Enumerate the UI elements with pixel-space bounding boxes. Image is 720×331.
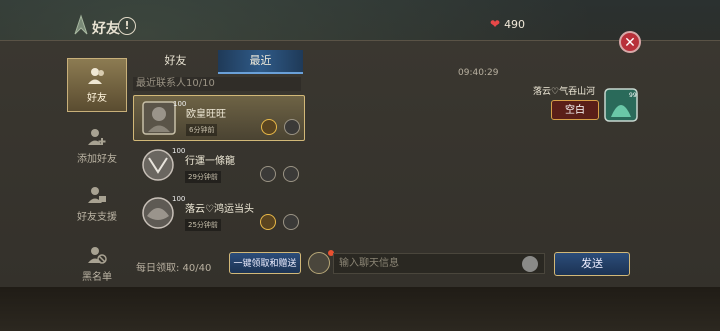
gear-icon[interactable] bbox=[308, 252, 330, 274]
contact-level: 100 bbox=[172, 147, 186, 155]
contact-row[interactable]: 100 行運一條龍 29分钟前 bbox=[133, 143, 305, 189]
nav-item-add-friend[interactable]: 添加好友 bbox=[67, 120, 127, 174]
hearts-counter: ❤ 490 bbox=[490, 17, 525, 31]
contact-level: 100 bbox=[173, 100, 187, 108]
contact-last-seen: 25分钟前 bbox=[185, 219, 221, 231]
contact-row[interactable]: 100 落云♡鸿运当头 25分钟前 bbox=[133, 191, 305, 237]
daily-claim-count: 每日领取: 40/40 bbox=[136, 263, 212, 274]
chat-message-bubble: 空白 bbox=[551, 100, 599, 120]
chat-sender-level: 99 bbox=[629, 92, 637, 99]
nav-item-friends[interactable]: 好友 bbox=[67, 58, 127, 112]
footer-bar bbox=[0, 287, 720, 331]
nav-label-friend-support: 好友支援 bbox=[77, 212, 117, 223]
bottom-bar: 每日领取: 40/40 一键领取和赠送 输入聊天信息 发送 bbox=[133, 250, 633, 280]
tab-friends[interactable]: 好友 bbox=[133, 50, 218, 72]
contact-row[interactable]: 100 欧皇旺旺 6分钟前 bbox=[133, 95, 305, 141]
emoji-icon[interactable] bbox=[522, 256, 538, 272]
send-gift-button[interactable] bbox=[260, 166, 276, 182]
nav-label-friends: 好友 bbox=[87, 93, 107, 104]
chat-bubble-button[interactable] bbox=[283, 214, 299, 230]
nav-label-blacklist: 黑名单 bbox=[82, 272, 112, 283]
contact-name: 落云♡鸿运当头 bbox=[185, 204, 254, 215]
friends-icon bbox=[88, 68, 104, 84]
contact-level: 100 bbox=[172, 195, 186, 203]
add-friend-icon bbox=[88, 129, 106, 145]
contact-name: 行運一條龍 bbox=[185, 156, 235, 167]
send-button[interactable]: 发送 bbox=[554, 252, 630, 276]
contact-last-seen: 6分钟前 bbox=[186, 124, 218, 136]
friend-support-icon bbox=[88, 187, 106, 203]
page-title: 好友 bbox=[92, 21, 120, 37]
info-button[interactable]: ! bbox=[118, 17, 136, 35]
contact-name: 欧皇旺旺 bbox=[186, 109, 226, 120]
contact-last-seen: 29分钟前 bbox=[185, 171, 221, 183]
close-button[interactable]: ✕ bbox=[619, 31, 641, 53]
chat-bubble-button[interactable] bbox=[283, 166, 299, 182]
recent-contacts-count: 最近联系人10/10 bbox=[133, 77, 301, 91]
nav-item-friend-support[interactable]: 好友支援 bbox=[67, 178, 127, 232]
chat-input[interactable]: 输入聊天信息 bbox=[333, 253, 545, 274]
hearts-count: 490 bbox=[504, 18, 526, 31]
chat-bubble-button[interactable] bbox=[284, 119, 300, 135]
send-gift-button[interactable] bbox=[260, 214, 276, 230]
wing-emblem-icon bbox=[74, 14, 88, 35]
nav-item-blacklist[interactable]: 黑名单 bbox=[67, 238, 127, 292]
tab-recent[interactable]: 最近 bbox=[218, 50, 303, 74]
top-bar: 好友 ! ❤ 490 bbox=[0, 0, 720, 40]
send-gift-button[interactable] bbox=[261, 119, 277, 135]
chat-timestamp: 09:40:29 bbox=[458, 68, 499, 78]
claim-and-gift-all-button[interactable]: 一键领取和赠送 bbox=[229, 252, 301, 274]
chat-sender-avatar[interactable]: 99 bbox=[603, 87, 639, 123]
nav-label-add-friend: 添加好友 bbox=[77, 154, 117, 165]
blacklist-icon bbox=[88, 247, 107, 264]
friend-tabs: 好友 最近 bbox=[133, 50, 303, 74]
contact-list: 100 欧皇旺旺 6分钟前 100 行運一條龍 29分钟前 100 落云♡鸿运当… bbox=[133, 93, 305, 241]
heart-icon: ❤ bbox=[490, 17, 501, 31]
chat-sender-name: 落云♡气吞山河 bbox=[533, 87, 596, 97]
